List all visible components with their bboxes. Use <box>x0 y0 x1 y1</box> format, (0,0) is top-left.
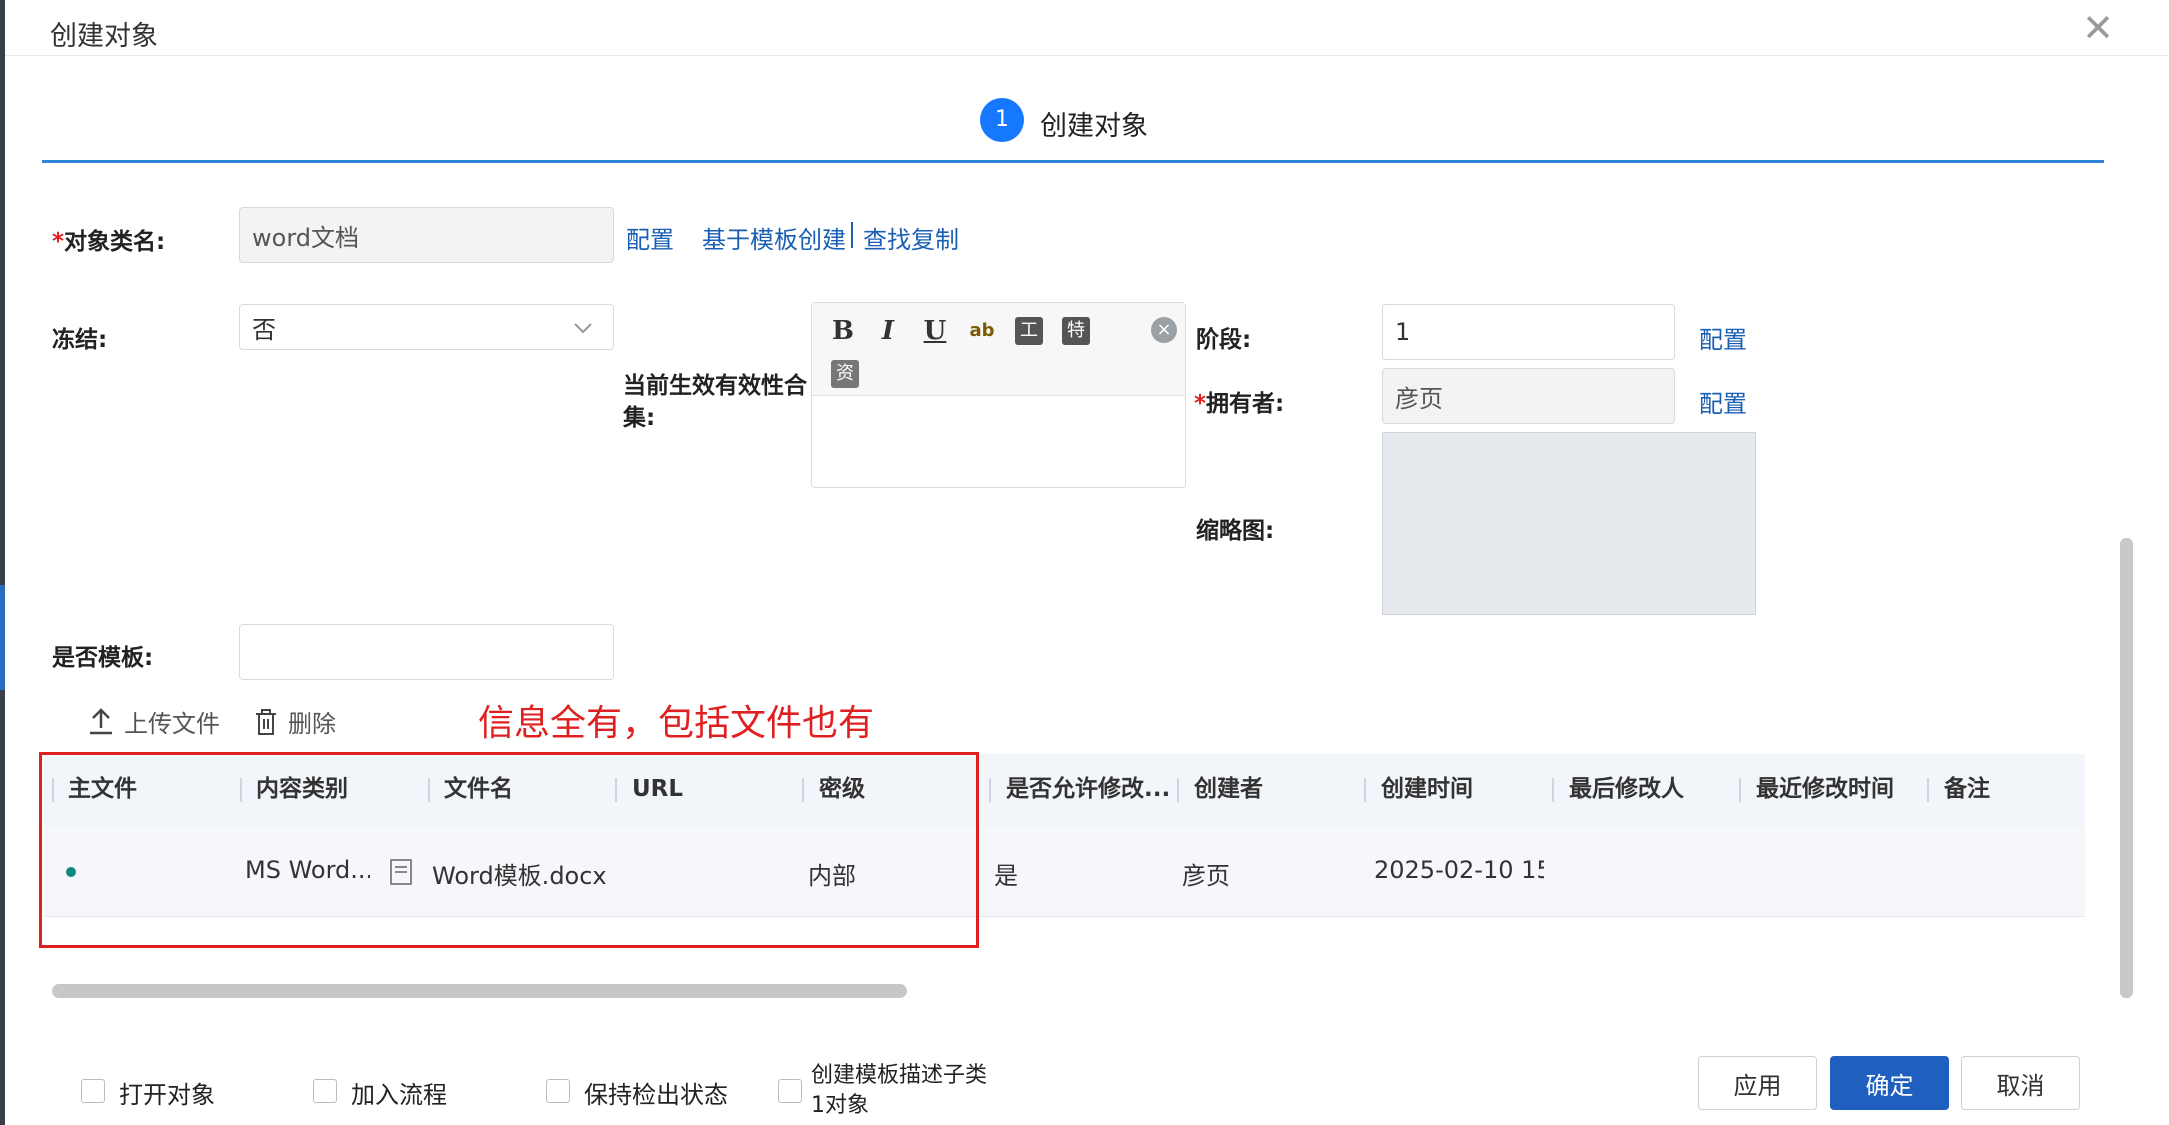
create-template-subclass-label[interactable]: 创建模板描述子类 1对象 <box>811 1061 987 1117</box>
create-template-subclass-checkbox[interactable] <box>778 1079 802 1103</box>
horizontal-scrollbar[interactable] <box>52 984 907 998</box>
add-to-workflow-checkbox[interactable] <box>313 1079 337 1103</box>
column-header-last-modifier[interactable]: 最后修改人 <box>1569 768 1739 810</box>
keep-checked-out-label[interactable]: 保持检出状态 <box>584 1075 728 1110</box>
is-template-label: 是否模板: <box>52 645 154 671</box>
column-separator <box>1177 778 1179 802</box>
background-sidebar-edge <box>0 0 5 1125</box>
stage-label: 阶段: <box>1196 327 1252 353</box>
cell-created-time: 2025-02-10 15:( <box>1374 856 1544 884</box>
object-class-label-text: 对象类名: <box>64 229 166 255</box>
open-object-checkbox[interactable] <box>81 1079 105 1103</box>
create-template-subclass-label-line1: 创建模板描述子类 <box>811 1063 988 1088</box>
effective-set-label-line2: 集: <box>623 405 656 431</box>
column-header-created-time[interactable]: 创建时间 <box>1381 768 1551 810</box>
keep-checked-out-checkbox[interactable] <box>546 1079 570 1103</box>
cancel-button[interactable]: 取消 <box>1961 1056 2080 1110</box>
effective-set-label-line1: 当前生效有效性合 <box>623 373 807 399</box>
delete-file-button[interactable]: 删除 <box>254 704 336 739</box>
column-separator <box>1364 778 1366 802</box>
trash-icon <box>256 708 276 735</box>
step-label: 创建对象 <box>1040 111 1148 142</box>
spellcheck-button[interactable]: ab <box>966 315 998 347</box>
upload-icon <box>90 707 112 734</box>
upload-file-button[interactable]: 上传文件 <box>88 704 220 739</box>
underline-button[interactable]: U <box>919 315 951 347</box>
column-separator <box>1927 778 1929 802</box>
owner-label-text: 拥有者: <box>1206 391 1285 417</box>
create-template-subclass-label-line2: 1对象 <box>811 1093 869 1117</box>
title-divider <box>5 55 2169 56</box>
cell-creator: 彦页 <box>1182 862 1230 890</box>
stage-input[interactable]: 1 <box>1382 304 1675 360</box>
effective-set-label: 当前生效有效性合 集: <box>623 370 807 434</box>
frozen-select-value: 否 <box>252 315 276 344</box>
special-char-button[interactable]: 特 <box>1062 317 1090 345</box>
object-class-input[interactable]: word文档 <box>239 207 614 263</box>
object-class-label: *对象类名: <box>52 222 165 256</box>
dialog-title: 创建对象 <box>50 21 158 52</box>
column-separator <box>1739 778 1741 802</box>
owner-label: *拥有者: <box>1194 384 1284 418</box>
upload-file-label: 上传文件 <box>124 710 220 738</box>
editor-clear-icon[interactable]: × <box>1151 317 1177 343</box>
is-template-input[interactable] <box>239 624 614 680</box>
close-icon[interactable]: ✕ <box>2080 9 2116 47</box>
create-from-template-link[interactable]: 基于模板创建 <box>702 220 846 255</box>
italic-button[interactable]: I <box>872 315 904 347</box>
column-header-modified-time[interactable]: 最近修改时间 <box>1756 768 1926 810</box>
delete-file-label: 删除 <box>288 710 336 738</box>
chevron-down-icon <box>574 323 592 334</box>
stage-config-link[interactable]: 配置 <box>1699 320 1747 355</box>
cell-allow-modify: 是 <box>994 862 1018 890</box>
column-separator <box>1552 778 1554 802</box>
column-header-creator[interactable]: 创建者 <box>1194 768 1364 810</box>
step-number: 1 <box>980 98 1024 142</box>
column-header-allow-modify[interactable]: 是否允许修改... <box>1006 768 1176 810</box>
bold-button[interactable]: B <box>827 315 859 347</box>
link-divider <box>851 222 853 248</box>
vertical-scrollbar[interactable] <box>2120 538 2133 998</box>
annotation-highlight-box <box>39 752 979 948</box>
find-copy-link[interactable]: 查找复制 <box>863 220 959 255</box>
resource-button[interactable]: 资 <box>831 360 859 388</box>
thumbnail-label: 缩略图: <box>1196 518 1275 544</box>
step-progress-line <box>42 160 2104 163</box>
thumbnail-image[interactable] <box>1382 432 1756 615</box>
add-to-workflow-label[interactable]: 加入流程 <box>351 1075 447 1110</box>
format-button[interactable]: 工 <box>1015 317 1043 345</box>
required-mark: * <box>52 229 65 255</box>
apply-button[interactable]: 应用 <box>1698 1056 1817 1110</box>
object-class-config-link[interactable]: 配置 <box>626 220 674 255</box>
open-object-label[interactable]: 打开对象 <box>119 1075 215 1110</box>
frozen-select[interactable]: 否 <box>239 304 614 350</box>
ok-button[interactable]: 确定 <box>1830 1056 1949 1110</box>
background-sidebar-accent <box>0 585 5 690</box>
annotation-text: 信息全有，包括文件也有 <box>478 703 875 744</box>
column-separator <box>989 778 991 802</box>
frozen-label: 冻结: <box>52 327 108 353</box>
required-mark: * <box>1194 391 1207 417</box>
owner-config-link[interactable]: 配置 <box>1699 384 1747 419</box>
editor-toolbar <box>812 303 1185 396</box>
owner-input[interactable]: 彦页 <box>1382 368 1675 424</box>
column-header-remark[interactable]: 备注 <box>1944 768 2074 810</box>
